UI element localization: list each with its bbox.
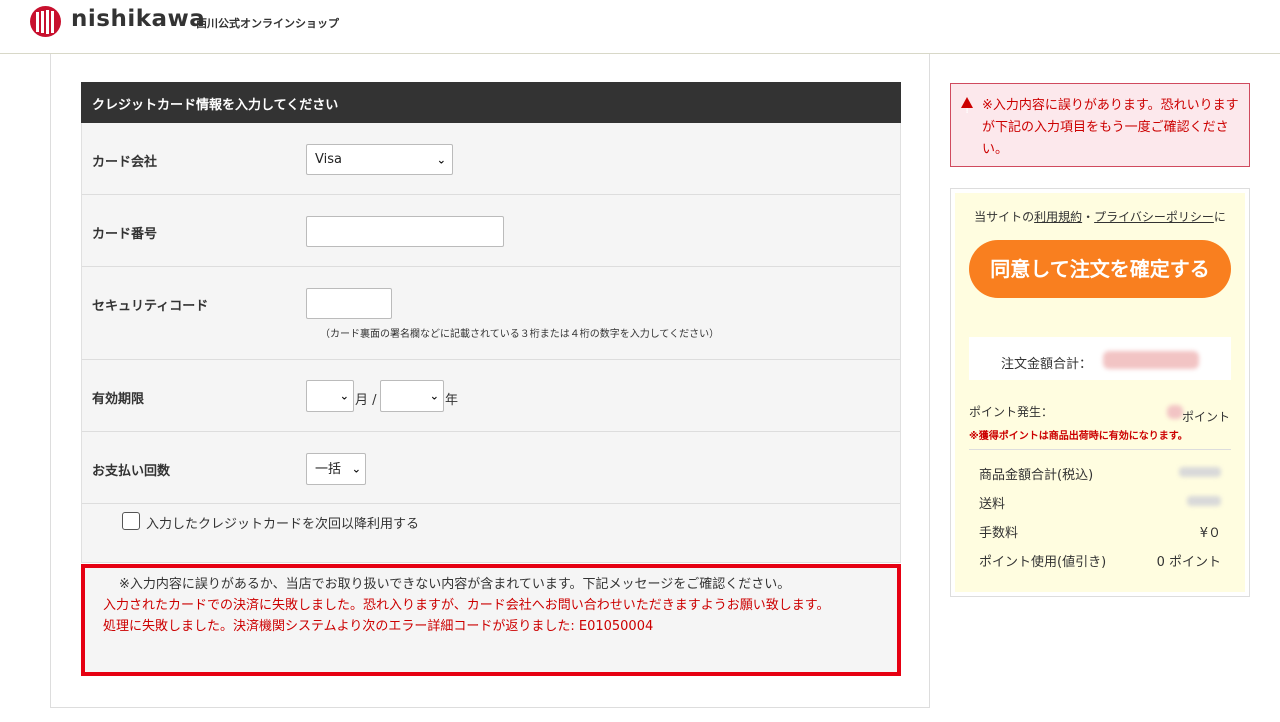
expiry-month-unit: 月 / — [355, 393, 377, 408]
points-unit: ポイント — [1182, 410, 1231, 424]
installments-label: お支払い回数 — [92, 464, 171, 479]
security-code-row: セキュリティコード — [82, 267, 900, 360]
error-payment-failed: 入力されたカードでの決済に失敗しました。恐れ入りますが、カード会社へお問い合わせ… — [103, 598, 830, 613]
points-earned-label: ポイント発生： — [969, 405, 1054, 419]
error-notice: ※入力内容に誤りがあるか、当店でお取り扱いできない内容が含まれています。下記メッ… — [119, 577, 791, 592]
terms-of-use-link[interactable]: 利用規約 — [1034, 210, 1082, 224]
summary-value-redacted — [1187, 496, 1221, 506]
expiry-month-dropdown[interactable] — [306, 380, 354, 412]
expiry-row: 有効期限 — [82, 360, 900, 432]
terms-separator: ・ — [1082, 210, 1095, 224]
error-message-box: ※入力内容に誤りがあるか、当店でお取り扱いできない内容が含まれています。下記メッ… — [81, 564, 901, 676]
summary-value: 0 ポイント — [1156, 555, 1221, 570]
nishikawa-logo-icon[interactable] — [30, 6, 61, 37]
card-company-select[interactable]: Visa ⌄ — [306, 144, 453, 175]
summary-label: 送料 — [979, 497, 1006, 512]
alert-text: ※入力内容に誤りがあります。恐れいりますが下記の入力項目をもう一度ご確認ください… — [982, 98, 1239, 157]
card-company-dropdown[interactable]: Visa — [306, 144, 453, 175]
security-code-hint: （カード裏面の署名欄などに記載されている３桁または４桁の数字を入力してください） — [320, 329, 720, 340]
summary-row-shipping: 送料 — [979, 493, 1221, 512]
summary-label: 手数料 — [979, 526, 1019, 541]
save-card-checkbox[interactable] — [122, 512, 140, 530]
expiry-month-select[interactable]: ⌄ — [306, 380, 354, 412]
card-company-label: カード会社 — [92, 155, 158, 170]
logo-subtitle: 西川公式オンラインショップ — [196, 17, 339, 30]
logo-text[interactable]: nishikawa — [71, 6, 205, 32]
security-code-input[interactable] — [306, 288, 392, 319]
expiry-label: 有効期限 — [92, 392, 145, 407]
expiry-year-unit: 年 — [445, 393, 459, 408]
site-header: nishikawa 西川公式オンラインショップ — [0, 0, 1280, 54]
installments-select[interactable]: 一括 ⌄ — [306, 453, 366, 485]
summary-label: 商品金額合計(税込) — [979, 468, 1094, 483]
card-number-label: カード番号 — [92, 227, 158, 242]
order-total-value-redacted — [1103, 351, 1199, 369]
terms-notice: 当サイトの利用規約・プライバシーポリシーに — [955, 208, 1245, 225]
input-error-alert: ! ※入力内容に誤りがあります。恐れいりますが下記の入力項目をもう一度ご確認くだ… — [950, 83, 1250, 167]
points-earned-value-redacted — [1167, 405, 1183, 419]
expiry-year-select[interactable]: ⌄ — [380, 380, 444, 412]
card-company-row: カード会社 — [82, 123, 900, 195]
points-note: ※獲得ポイントは商品出荷時に有効になります。 — [969, 431, 1188, 442]
summary-value-redacted — [1179, 467, 1221, 477]
order-total-box: 注文金額合計： — [969, 337, 1231, 380]
order-total-label: 注文金額合計： — [1001, 357, 1093, 372]
warning-icon: ! — [961, 97, 973, 115]
summary-divider — [969, 449, 1231, 450]
terms-suffix: に — [1213, 210, 1226, 224]
form-title: クレジットカード情報を入力してください — [81, 82, 901, 123]
summary-value: ¥０ — [1199, 526, 1221, 541]
save-card-label[interactable]: 入力したクレジットカードを次回以降利用する — [146, 513, 419, 532]
confirm-order-button[interactable]: 同意して注文を確定する — [969, 240, 1231, 298]
summary-row-subtotal: 商品金額合計(税込) — [979, 464, 1221, 483]
expiry-year-dropdown[interactable] — [380, 380, 444, 412]
error-detail-code: 処理に失敗しました。決済機関システムより次のエラー詳細コードが返りました: E0… — [103, 619, 654, 634]
installments-row: お支払い回数 — [82, 432, 900, 504]
terms-prefix: 当サイトの — [974, 210, 1035, 224]
summary-row-points-used: ポイント使用(値引き) 0 ポイント — [979, 551, 1221, 570]
summary-row-fee: 手数料 ¥０ — [979, 522, 1221, 541]
card-number-input[interactable] — [306, 216, 504, 247]
privacy-policy-link[interactable]: プライバシーポリシー — [1094, 210, 1214, 224]
security-code-label: セキュリティコード — [92, 299, 209, 314]
installments-dropdown[interactable]: 一括 — [306, 453, 366, 485]
summary-label: ポイント使用(値引き) — [979, 555, 1107, 570]
